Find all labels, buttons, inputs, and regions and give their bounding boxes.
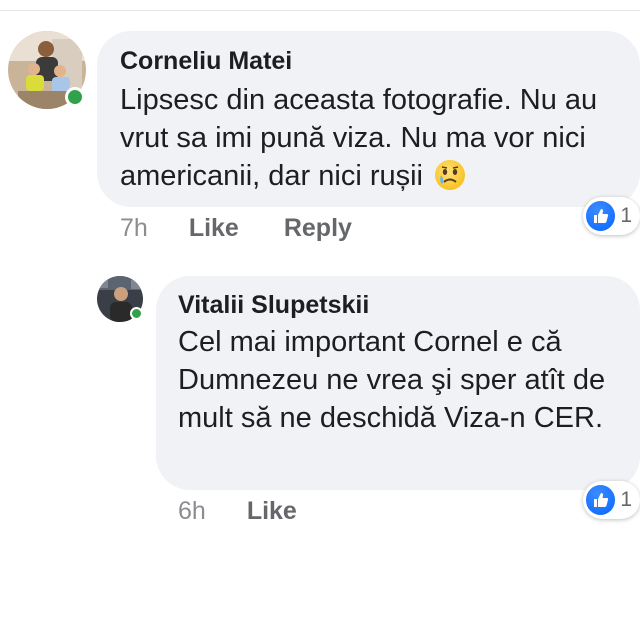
comment-text: Lipsesc din aceasta fotografie. Nu au vr… xyxy=(120,81,620,195)
comment-meta: 6h Like xyxy=(178,499,297,524)
comment-author[interactable]: Vitalii Slupetskii xyxy=(178,293,369,318)
comment-meta: 7h Like Reply xyxy=(120,216,352,241)
comment-author[interactable]: Corneliu Matei xyxy=(120,49,292,74)
comment-bubble: Vitalii Slupetskii Cel mai important Cor… xyxy=(156,276,640,490)
divider xyxy=(0,10,640,11)
avatar[interactable] xyxy=(97,276,143,322)
reaction-count: 1 xyxy=(620,488,632,511)
avatar[interactable] xyxy=(8,31,86,109)
reaction-summary[interactable]: 1 xyxy=(583,481,640,519)
online-status-indicator xyxy=(65,87,85,107)
like-button[interactable]: Like xyxy=(247,499,297,524)
comment-body: Lipsesc din aceasta fotografie. Nu au vr… xyxy=(120,84,598,192)
thumbs-up-icon xyxy=(586,485,616,515)
comment-text: Cel mai important Cornel e că Dumnezeu n… xyxy=(178,326,606,434)
online-status-indicator xyxy=(130,307,143,320)
reply-button[interactable]: Reply xyxy=(284,216,352,241)
reaction-count: 1 xyxy=(620,204,632,227)
comment-bubble: Corneliu Matei Lipsesc din aceasta fotog… xyxy=(97,31,640,207)
comment-timestamp[interactable]: 6h xyxy=(178,499,206,524)
comment-timestamp[interactable]: 7h xyxy=(120,216,148,241)
comments-thread: Corneliu Matei Lipsesc din aceasta fotog… xyxy=(0,0,640,622)
reaction-summary[interactable]: 1 xyxy=(583,197,640,235)
like-button[interactable]: Like xyxy=(189,216,239,241)
crying-face-emoji-icon xyxy=(435,160,466,190)
thumbs-up-icon xyxy=(586,201,616,231)
